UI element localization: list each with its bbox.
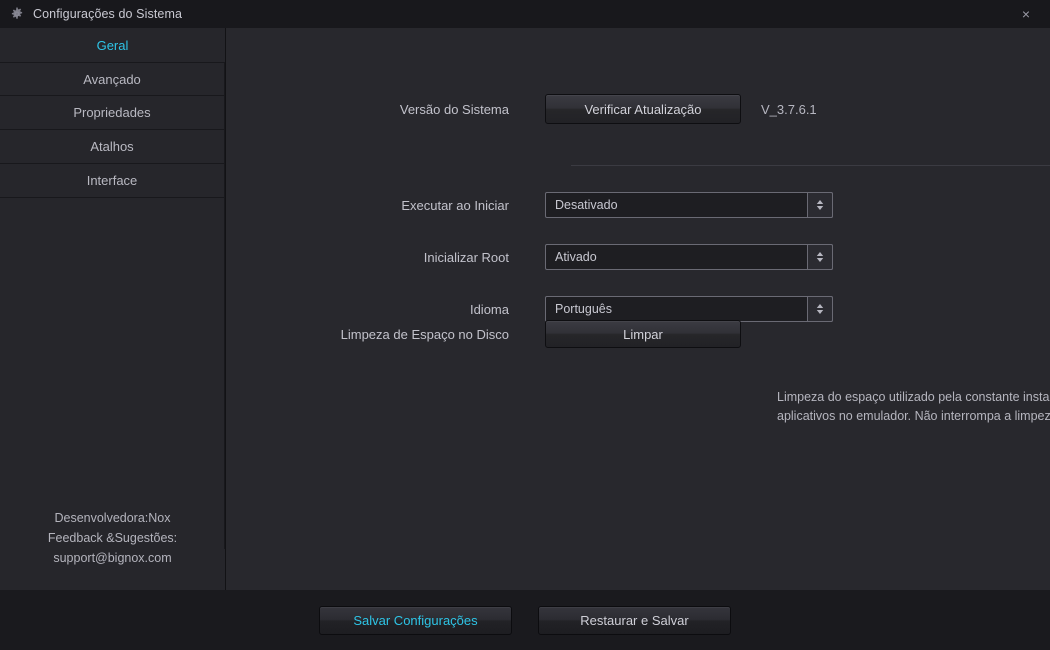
row-init-root: Inicializar Root Ativado (355, 244, 833, 270)
language-value: Português (555, 302, 612, 316)
gear-icon (11, 7, 23, 19)
footer-bar: Salvar Configurações Restaurar e Salvar (0, 590, 1050, 650)
language-select[interactable]: Português (545, 296, 833, 322)
sidebar-item-geral[interactable]: Geral (0, 28, 225, 62)
sidebar-item-label: Atalhos (90, 139, 134, 154)
window-title: Configurações do Sistema (33, 7, 183, 21)
system-version-value: V_3.7.6.1 (761, 101, 817, 117)
feedback-line: Feedback &Sugestões: (47, 531, 178, 545)
language-label: Idioma (469, 301, 509, 317)
run-on-start-label: Executar ao Iniciar (401, 197, 509, 213)
row-run-on-start: Executar ao Iniciar Desativado (355, 192, 833, 218)
disk-cleanup-description: Limpeza do espaço utilizado pela constan… (777, 390, 1050, 423)
chevron-updown-icon[interactable] (807, 192, 833, 218)
sidebar: Geral Avançado Propriedades Atalhos Inte… (0, 28, 226, 590)
sidebar-empty-space (0, 198, 225, 549)
sidebar-item-label: Propriedades (73, 105, 151, 120)
check-update-button[interactable]: Verificar Atualização (545, 94, 741, 124)
row-system-version: Versão do Sistema Verificar Atualização … (355, 94, 817, 124)
run-on-start-value: Desativado (555, 198, 618, 212)
window-body: Geral Avançado Propriedades Atalhos Inte… (0, 28, 1050, 590)
sidebar-credits: Desenvolvedora:Nox Feedback &Sugestões: … (0, 508, 225, 568)
init-root-select[interactable]: Ativado (545, 244, 833, 270)
chevron-updown-icon[interactable] (807, 296, 833, 322)
system-version-label: Versão do Sistema (399, 101, 509, 117)
restore-and-save-button[interactable]: Restaurar e Salvar (538, 606, 731, 635)
run-on-start-select[interactable]: Desativado (545, 192, 833, 218)
chevron-updown-icon[interactable] (807, 244, 833, 270)
save-settings-button[interactable]: Salvar Configurações (319, 606, 512, 635)
disk-cleanup-label: Limpeza de Espaço no Disco (340, 326, 509, 342)
title-bar: Configurações do Sistema × (0, 0, 1050, 28)
sidebar-item-propriedades[interactable]: Propriedades (0, 96, 225, 130)
close-button[interactable]: × (1010, 0, 1042, 28)
sidebar-item-avancado[interactable]: Avançado (0, 62, 225, 96)
sidebar-item-label: Geral (96, 37, 129, 53)
sidebar-item-interface[interactable]: Interface (0, 164, 225, 198)
row-disk-cleanup: Limpeza de Espaço no Disco Limpar (331, 320, 741, 348)
sidebar-item-atalhos[interactable]: Atalhos (0, 130, 225, 164)
row-language: Idioma Português (355, 296, 833, 322)
init-root-label: Inicializar Root (423, 249, 509, 265)
settings-window: Configurações do Sistema × Geral Avançad… (0, 0, 1050, 650)
sidebar-item-label: Avançado (83, 71, 141, 87)
developer-line: Desenvolvedora:Nox (54, 511, 171, 525)
sidebar-item-label: Interface (86, 173, 138, 188)
section-divider (571, 165, 1050, 166)
support-email: support@bignox.com (53, 551, 172, 565)
clean-button[interactable]: Limpar (545, 320, 741, 348)
settings-panel: Versão do Sistema Verificar Atualização … (226, 28, 1050, 590)
init-root-value: Ativado (555, 250, 597, 264)
